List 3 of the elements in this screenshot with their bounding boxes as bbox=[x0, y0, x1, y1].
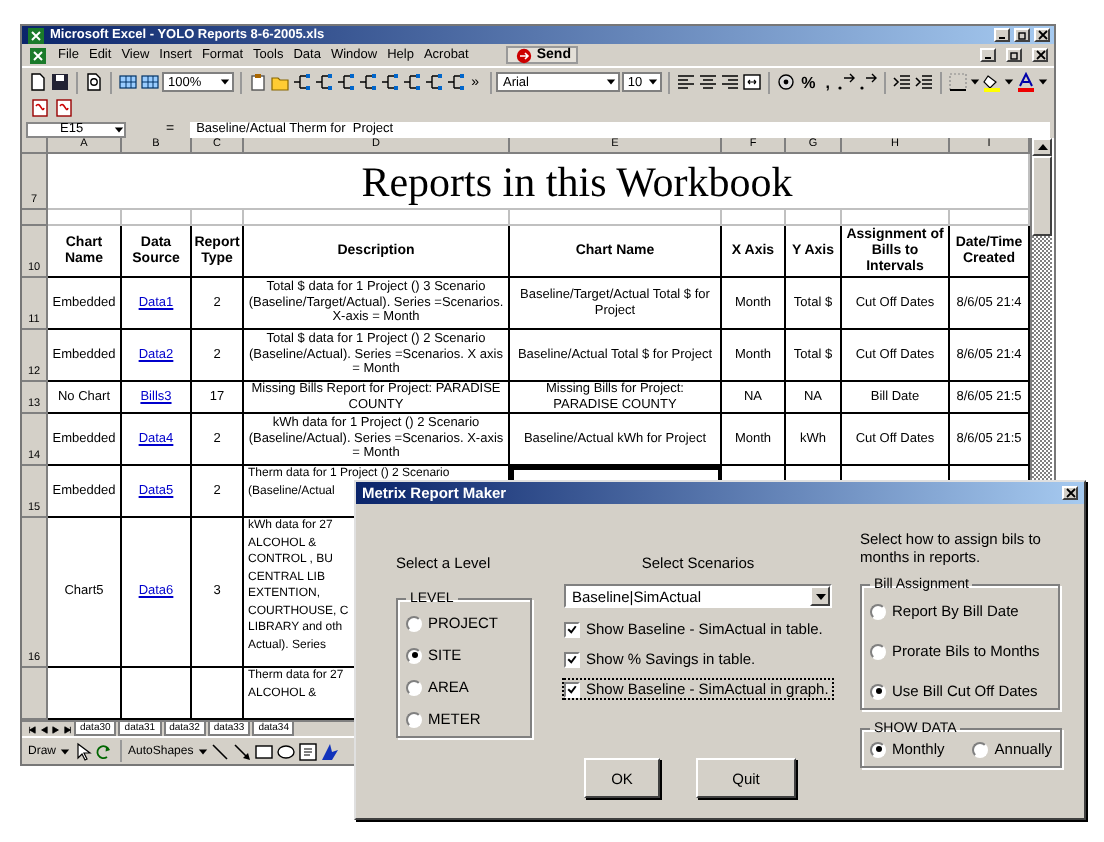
format-button[interactable]: , bbox=[821, 73, 834, 91]
format-button[interactable]: % bbox=[797, 73, 820, 91]
sheet-title: Reports in this Workbook bbox=[361, 157, 793, 205]
